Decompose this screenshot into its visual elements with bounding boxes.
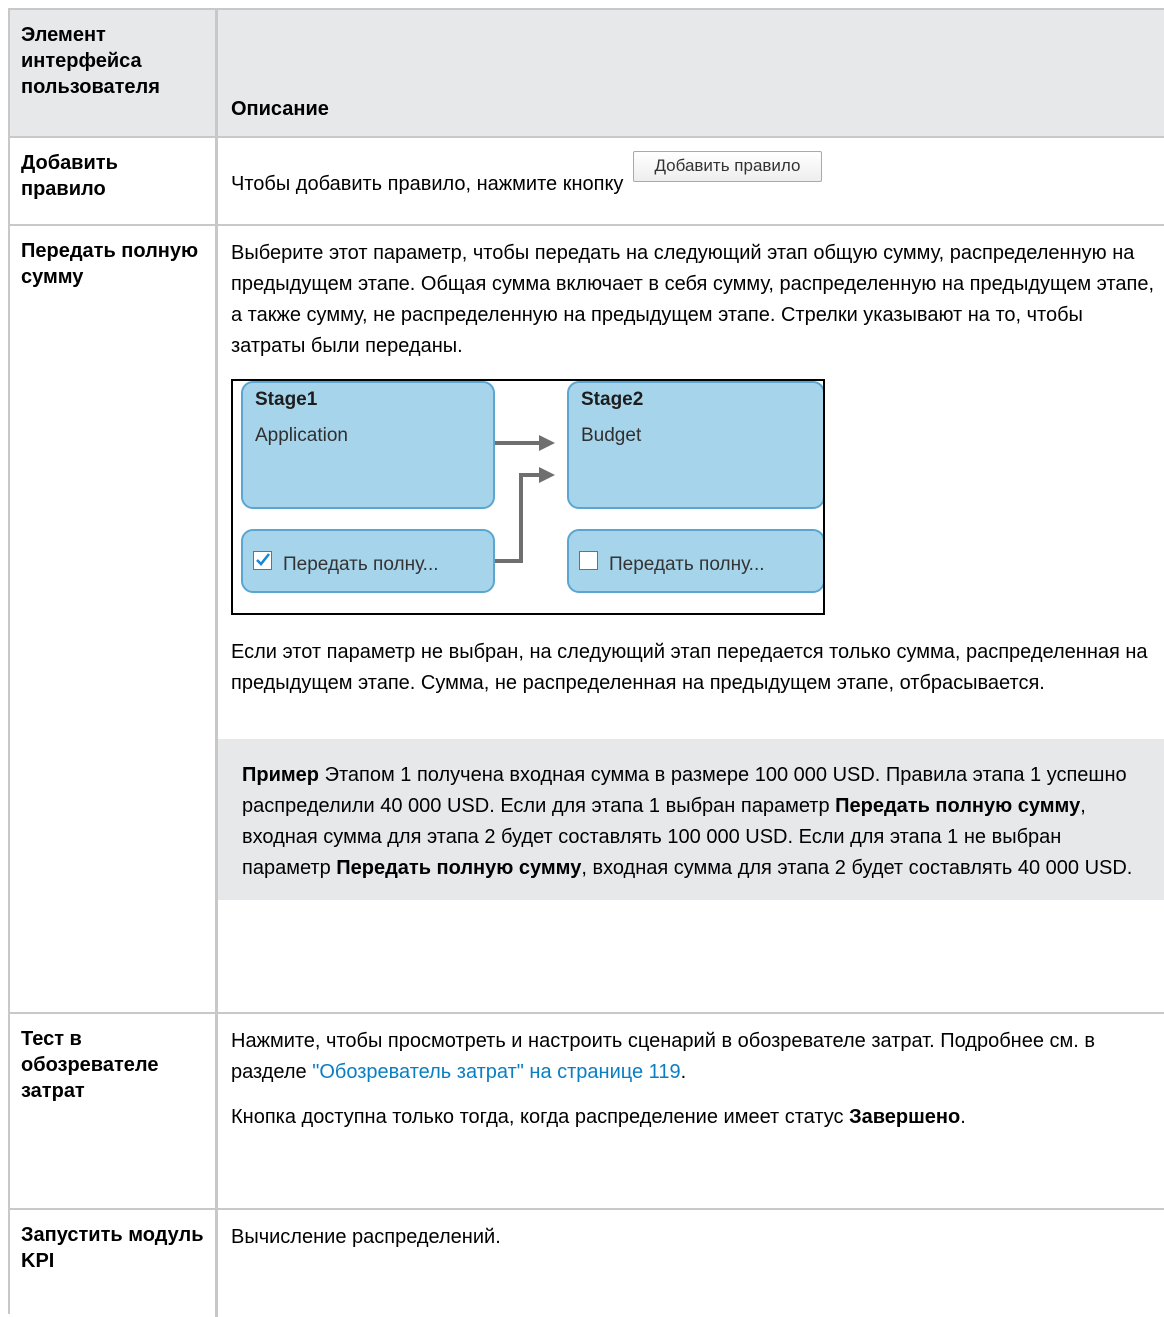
text-part: Кнопка доступна только тогда, когда расп…: [231, 1106, 850, 1128]
example-note: Пример Этапом 1 получена входная сумма в…: [218, 739, 1164, 900]
table-row: Запустить модуль KPI Вычисление распреде…: [10, 1210, 1164, 1317]
row-name-run-kpi: Запустить модуль KPI: [10, 1210, 218, 1317]
availability-text: Кнопка доступна только тогда, когда расп…: [231, 1102, 1154, 1133]
add-rule-text: Чтобы добавить правило, нажмите кнопку: [231, 172, 624, 195]
arrow-head: [539, 467, 555, 483]
table-row: Тест в обозревателе затрат Нажмите, чтоб…: [10, 1014, 1164, 1210]
note-bold: Передать полную сумму: [336, 857, 582, 879]
row-name-add-rule: Добавить правило: [10, 138, 218, 224]
table-row: Передать полную сумму Выберите этот пара…: [10, 226, 1164, 1014]
text-part: .: [960, 1106, 966, 1128]
row-name-test-explorer: Тест в обозревателе затрат: [10, 1014, 218, 1208]
note-bold: Передать полную сумму: [835, 795, 1081, 817]
status-completed: Завершено: [849, 1106, 961, 1128]
note-text: , входная сумма для этапа 2 будет состав…: [581, 857, 1133, 879]
row-description: Выберите этот параметр, чтобы передать н…: [218, 226, 1164, 1012]
row-description: Чтобы добавить правило, нажмите кнопку Д…: [218, 138, 1164, 224]
connector-arrows: [495, 435, 555, 563]
table-row: Добавить правило Чтобы добавить правило,…: [10, 138, 1164, 226]
cost-explorer-link[interactable]: "Обозреватель затрат" на странице 119: [312, 1061, 680, 1083]
note-prefix: Пример: [242, 764, 320, 786]
text-part: .: [680, 1061, 687, 1083]
row-name-pass-full: Передать полную сумму: [10, 226, 218, 1012]
header-description: Описание: [231, 98, 329, 120]
pass-full-description: Выберите этот параметр, чтобы передать н…: [231, 242, 1154, 357]
table-header-row: Элемент интерфейса пользователя Описание: [10, 10, 1164, 138]
row-description: Вычисление распределений.: [231, 1226, 501, 1248]
pass-full-unchecked-description: Если этот параметр не выбран, на следующ…: [231, 641, 1148, 694]
header-ui-element: Элемент интерфейса пользователя: [10, 10, 218, 136]
row-description: Нажмите, чтобы просмотреть и настроить с…: [218, 1014, 1164, 1208]
test-explorer-text: Нажмите, чтобы просмотреть и настроить с…: [231, 1026, 1154, 1088]
stages-diagram: Stage1 Application Stage2 Budget Передат…: [231, 379, 825, 615]
add-rule-button[interactable]: Добавить правило: [633, 150, 822, 182]
arrow-line: [495, 473, 541, 563]
ui-elements-table: Элемент интерфейса пользователя Описание…: [8, 8, 1164, 1317]
arrow-head: [539, 435, 555, 451]
